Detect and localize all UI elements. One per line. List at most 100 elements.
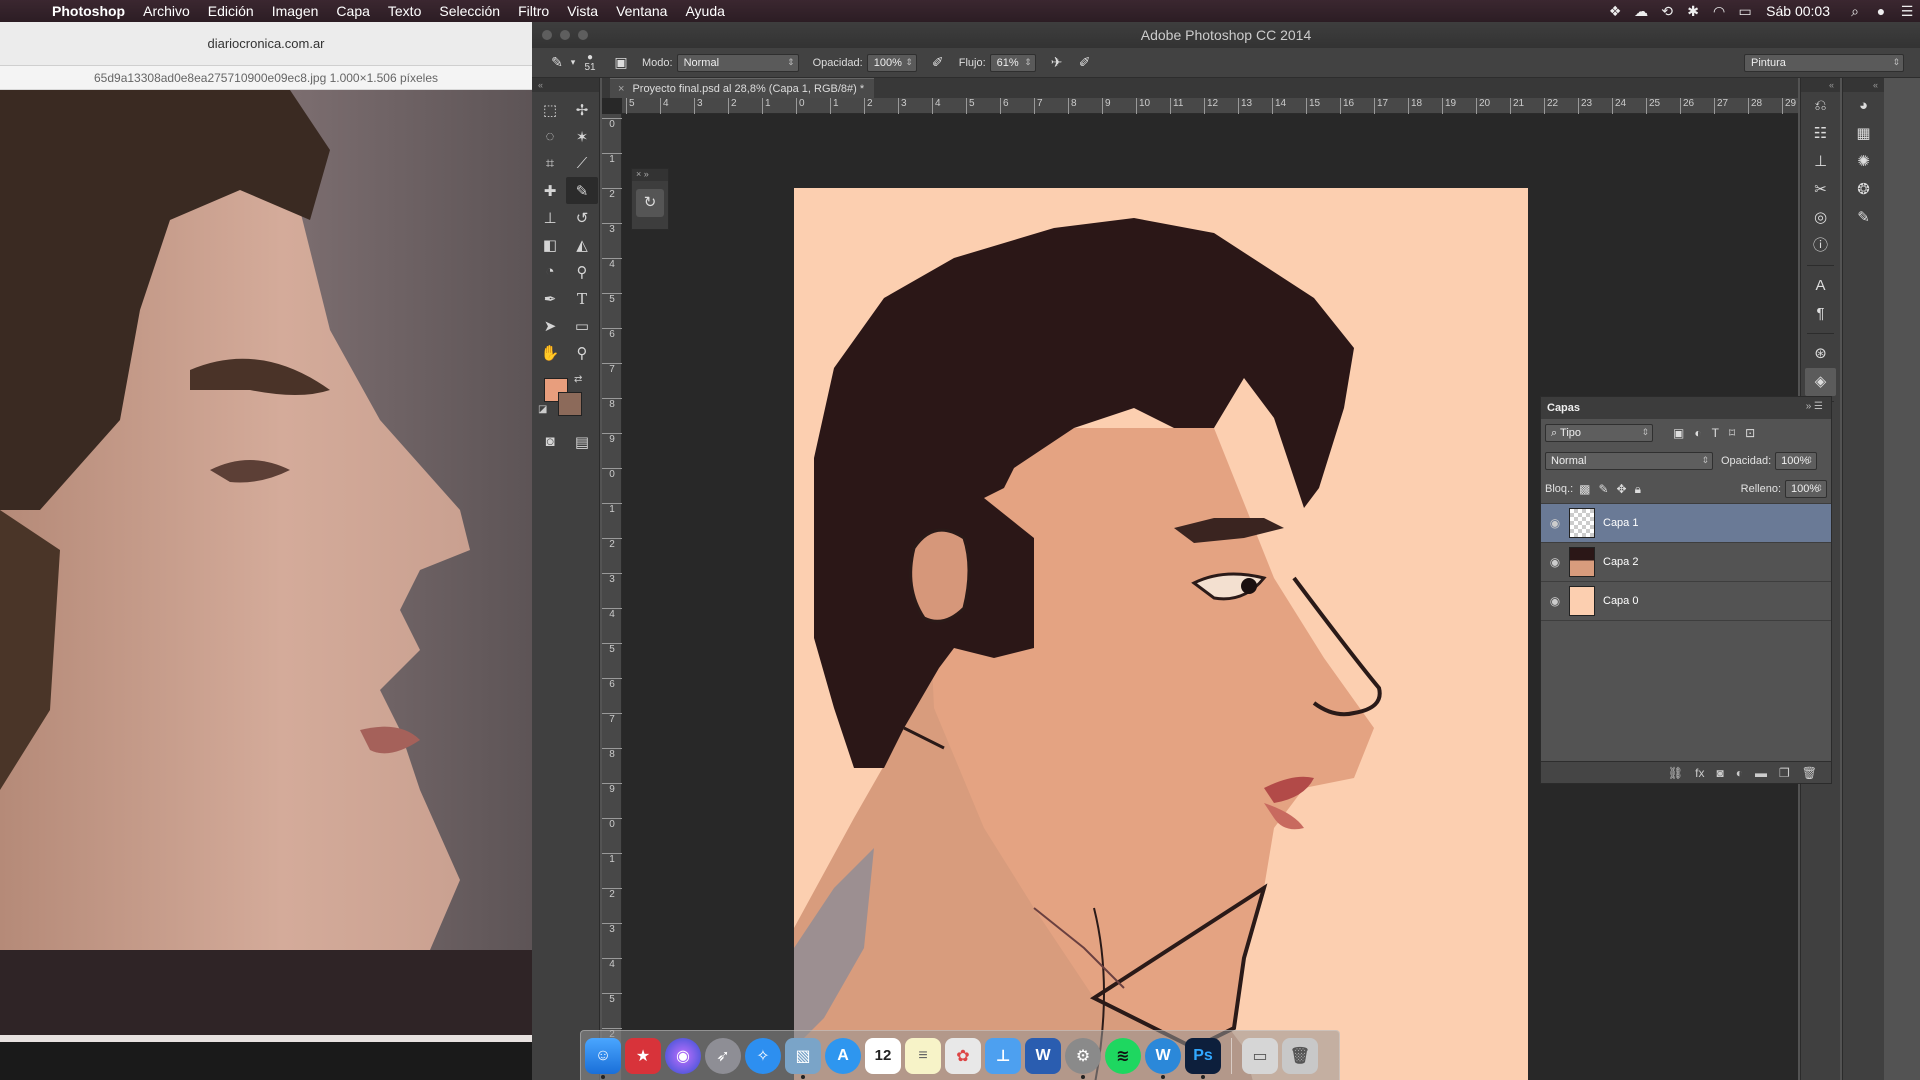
system-preferences-icon[interactable]: ⚙ [1065,1037,1101,1079]
add-mask-icon[interactable]: ◙ [1717,766,1724,780]
blend-mode-select[interactable]: Normal [1545,452,1713,470]
canvas[interactable] [794,188,1528,1080]
photoshop-icon[interactable]: Ps [1185,1037,1221,1079]
photos-icon[interactable]: ✿ [945,1037,981,1074]
flow-field[interactable]: 61% [989,53,1036,72]
wifi-icon[interactable]: ◠ [1706,3,1732,20]
fill-field[interactable]: 100% [1785,480,1827,498]
new-layer-icon[interactable]: ❐ [1779,766,1790,780]
keynote-icon[interactable]: ⊥ [985,1037,1021,1074]
spotify-icon[interactable]: ≋ [1105,1037,1141,1074]
menu-texto[interactable]: Texto [388,3,421,19]
menu-imagen[interactable]: Imagen [272,3,319,19]
styles-panel-icon[interactable]: ❂ [1843,176,1884,204]
screen-mode-icon[interactable]: ▤ [566,428,598,455]
menu-filtro[interactable]: Filtro [518,3,549,19]
zoom-tool-icon[interactable]: ⚲ [566,339,598,366]
brush-size-picker[interactable]: ● 51 [578,52,602,73]
wunderlist-icon[interactable]: W [1145,1037,1181,1079]
siri-menu-icon[interactable]: ● [1868,3,1894,19]
menu-ventana[interactable]: Ventana [616,3,667,19]
visibility-eye-icon[interactable]: ◉ [1541,516,1569,530]
menu-seleccion[interactable]: Selección [439,3,500,19]
airplay-icon[interactable]: ▭ [1732,3,1758,20]
downloads-icon[interactable]: ▭ [1242,1037,1278,1074]
filter-adjustment-icon[interactable]: ◐ [1694,426,1701,440]
crop-tool-icon[interactable]: ⌗ [534,150,566,177]
tools-panel-grip[interactable]: « [532,78,599,92]
hand-tool-icon[interactable]: ✋ [534,339,566,366]
word-icon[interactable]: W [1025,1037,1061,1074]
clone-source-panel-icon[interactable]: ◎ [1801,204,1840,232]
menu-edicion[interactable]: Edición [208,3,254,19]
brush-tool-preset-icon[interactable]: ✎ [546,54,568,71]
opacity-field[interactable]: 100% [866,53,917,72]
layer-row-capa-1[interactable]: ◉ Capa 1 [1541,504,1831,543]
move-tool-icon[interactable]: ✢ [566,96,598,123]
filter-type-icon[interactable]: T [1712,426,1719,440]
history-mini-grip[interactable]: × » [632,169,668,181]
trash-icon[interactable]: 🗑︎ [1282,1037,1318,1074]
workspace-select[interactable]: Pintura [1744,54,1904,72]
color-panel-icon[interactable]: ◕ [1843,92,1884,120]
strip-right-grip[interactable]: « [1843,78,1884,92]
pressure-size-icon[interactable]: ✐ [1074,54,1096,71]
close-tab-icon[interactable]: × [618,83,624,95]
properties-panel-icon[interactable]: ☷ [1801,120,1840,148]
mode-select[interactable]: Normal [676,53,799,72]
link-layers-icon[interactable]: ⛓ [1668,766,1683,780]
rectangle-tool-icon[interactable]: ▭ [566,312,598,339]
dropbox-icon[interactable]: ❖ [1602,3,1628,20]
paragraph-panel-icon[interactable]: ¶ [1801,300,1840,328]
spotlight-icon[interactable]: ⌕ [1842,3,1868,20]
menu-ayuda[interactable]: Ayuda [685,3,724,19]
dodge-tool-icon[interactable]: ⚲ [566,258,598,285]
filter-smart-icon[interactable]: ⊡ [1745,426,1755,440]
app-store-icon[interactable]: A [825,1037,861,1074]
pen-tool-icon[interactable]: ✒ [534,285,566,312]
siri-icon[interactable]: ◉ [665,1037,701,1074]
paths-panel-icon[interactable]: ✎ [1843,204,1884,232]
layer-style-icon[interactable]: fx [1695,766,1704,780]
zoom-window-button[interactable] [578,30,588,40]
airbrush-icon[interactable]: ✈ [1046,54,1068,71]
menu-app-name[interactable]: Photoshop [52,3,125,19]
filter-shape-icon[interactable]: ⌑ [1729,426,1735,440]
brush-panel-toggle-icon[interactable]: ▣ [610,54,632,71]
eyedropper-tool-icon[interactable]: ⟋ [566,150,598,177]
document-tab[interactable]: × Proyecto final.psd al 28,8% (Capa 1, RG… [610,78,875,98]
minimize-window-button[interactable] [560,30,570,40]
path-selection-tool-icon[interactable]: ➤ [534,312,566,339]
background-color-swatch[interactable] [558,392,582,416]
filter-pixel-icon[interactable]: ▣ [1673,426,1684,440]
adjustments-sun-icon[interactable]: ✺ [1843,148,1884,176]
finder-icon[interactable]: ☺ [585,1037,621,1079]
brush-presets-panel-icon[interactable]: ⊥ [1801,148,1840,176]
paint-bucket-tool-icon[interactable]: ◭ [566,231,598,258]
menu-vista[interactable]: Vista [567,3,598,19]
calendar-icon[interactable]: 12 [865,1037,901,1074]
visibility-eye-icon[interactable]: ◉ [1541,594,1569,608]
new-group-icon[interactable]: ▬ [1755,766,1767,780]
pressure-opacity-icon[interactable]: ✐ [927,54,949,71]
close-window-button[interactable] [542,30,552,40]
lock-all-icon[interactable]: 🔒︎ [1635,482,1641,497]
safari-icon[interactable]: ✧ [745,1037,781,1074]
history-panel-button-icon[interactable]: ⎌ [1801,92,1840,120]
eraser-tool-icon[interactable]: ◧ [534,231,566,258]
menu-capa[interactable]: Capa [336,3,369,19]
layer-opacity-field[interactable]: 100% [1775,452,1818,470]
notification-center-icon[interactable]: ☰ [1894,3,1920,20]
menu-clock[interactable]: Sáb 00:03 [1766,3,1830,19]
blur-tool-icon[interactable]: ◔ [534,258,566,285]
character-panel-icon[interactable]: A [1801,272,1840,300]
actions-panel-icon[interactable]: ⊛ [1801,340,1840,368]
creative-cloud-icon[interactable]: ☁ [1628,3,1654,20]
delete-layer-icon[interactable]: 🗑︎ [1802,766,1817,780]
lock-transparent-icon[interactable]: ▩ [1579,482,1590,497]
layer-row-capa-0[interactable]: ◉ Capa 0 [1541,582,1831,621]
magic-wand-tool-icon[interactable]: ✶ [566,123,598,150]
visibility-eye-icon[interactable]: ◉ [1541,555,1569,569]
notes-icon[interactable]: ≡ [905,1037,941,1074]
launchpad-icon[interactable]: ➶ [705,1037,741,1074]
